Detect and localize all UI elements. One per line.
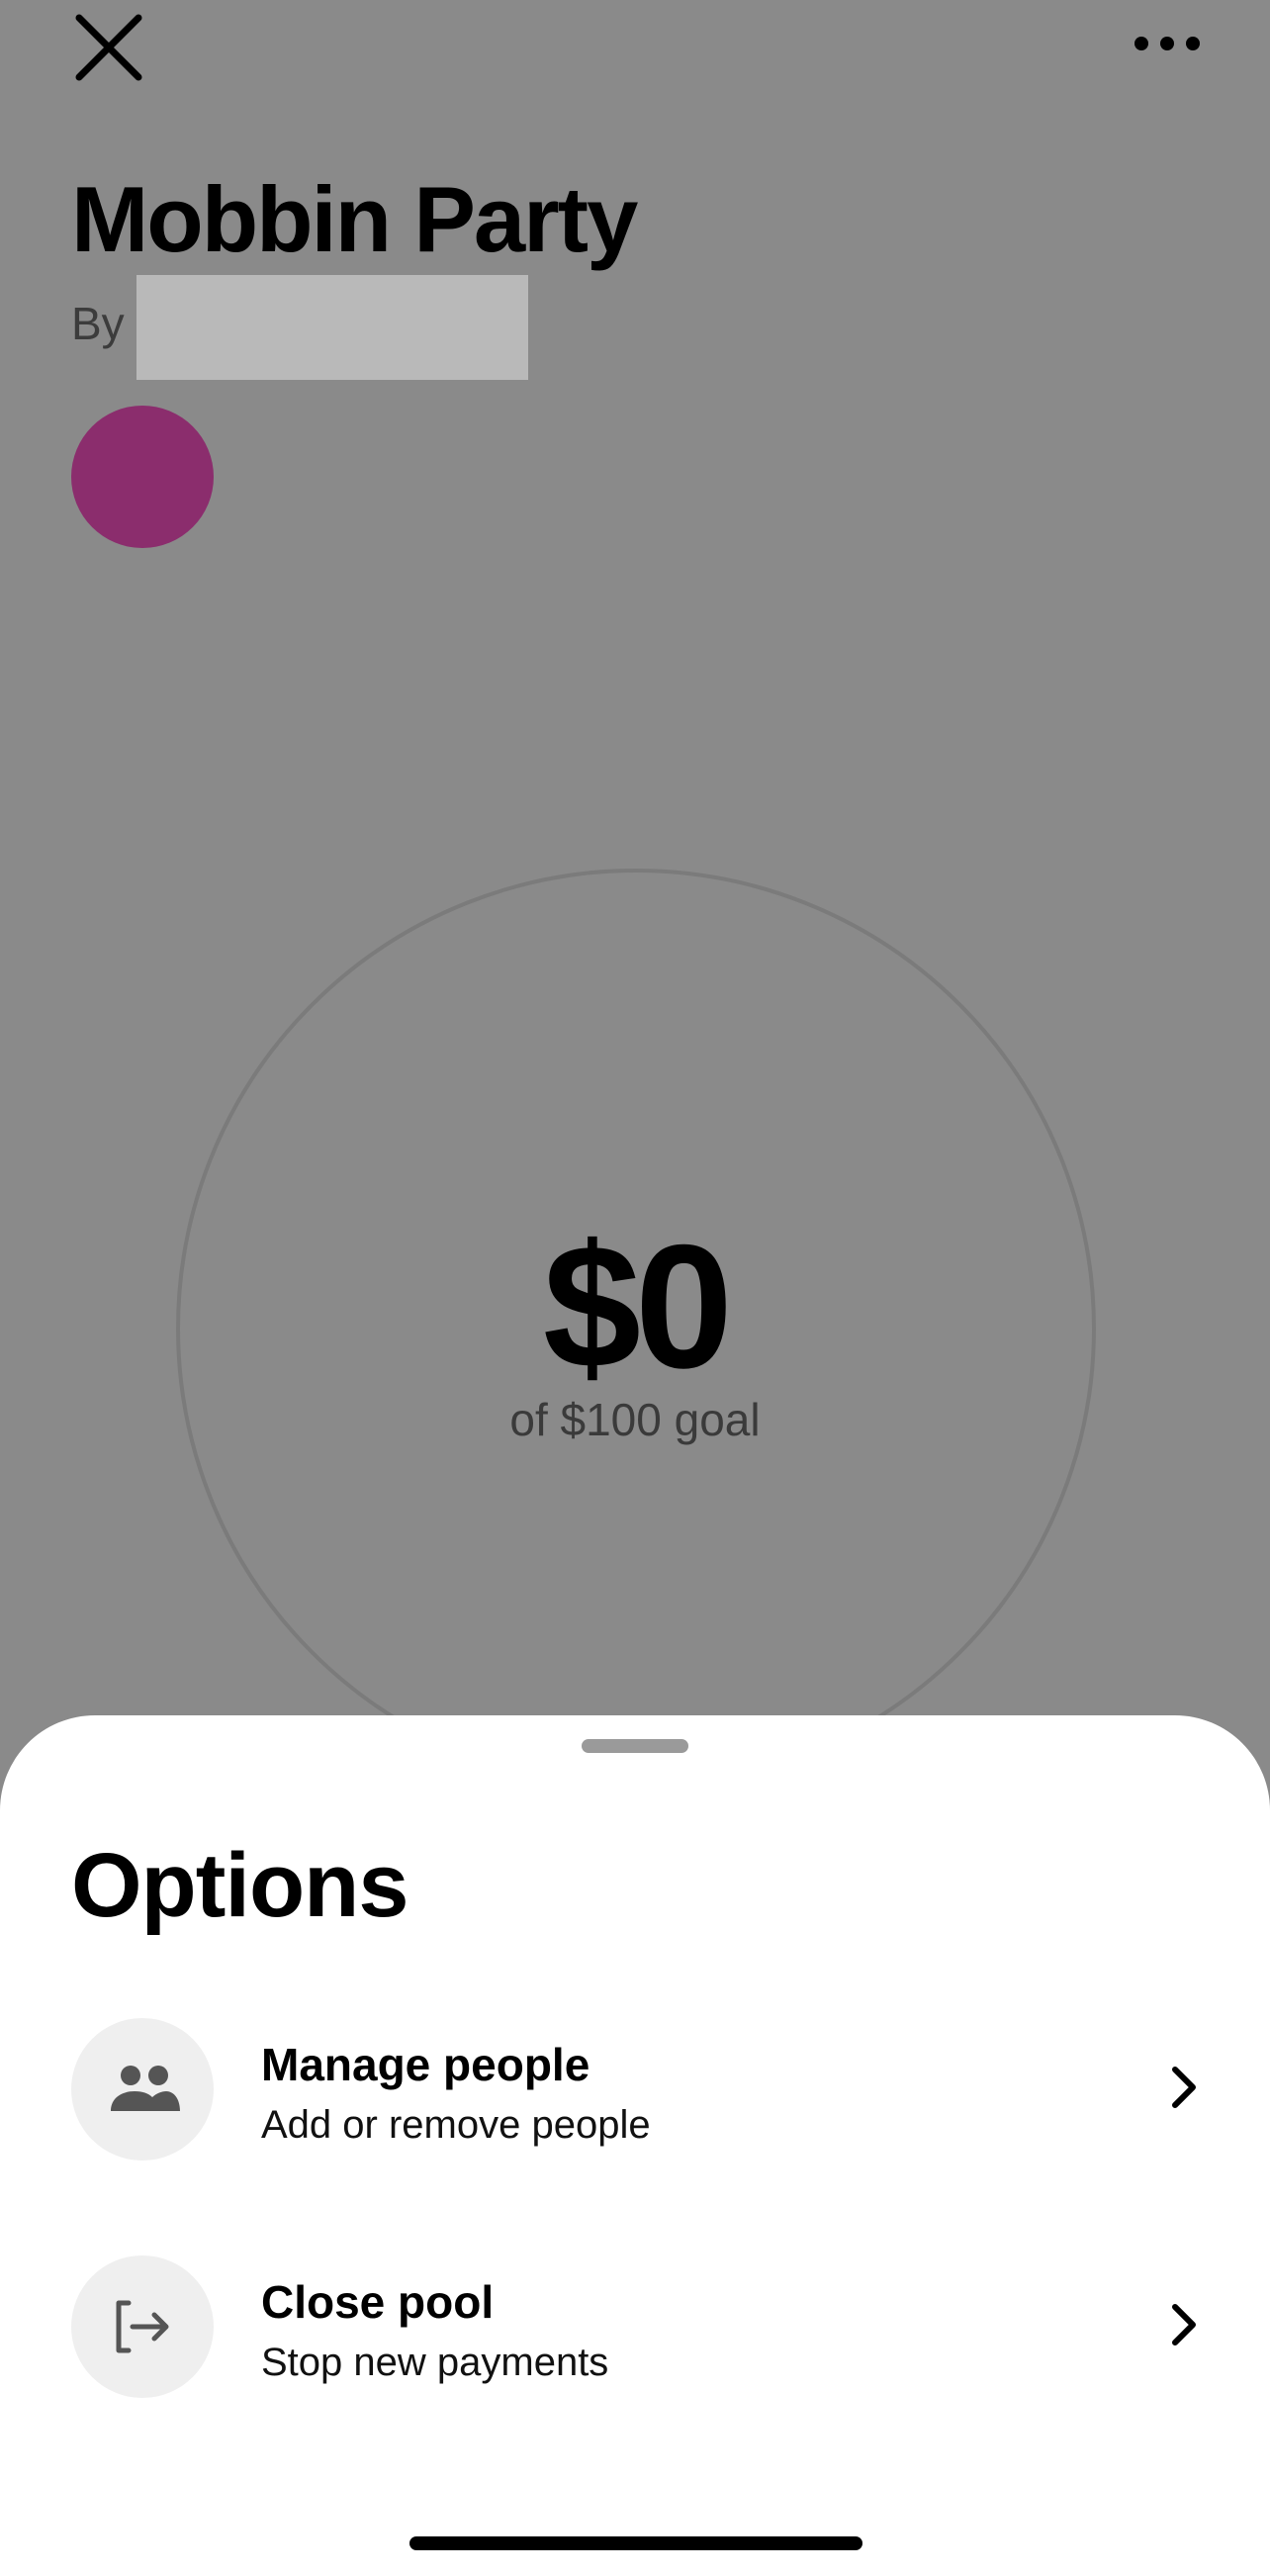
more-button[interactable] xyxy=(1128,22,1207,65)
option-subtitle: Stop new payments xyxy=(261,2341,609,2384)
sheet-grabber[interactable] xyxy=(582,1739,688,1753)
chevron-right-icon xyxy=(1172,2304,1196,2346)
by-label: By xyxy=(71,298,125,349)
home-indicator[interactable] xyxy=(409,2536,862,2550)
sheet-title: Options xyxy=(71,1835,409,1936)
option-icon-circle xyxy=(71,2018,214,2161)
close-button[interactable] xyxy=(71,10,146,85)
pool-title: Mobbin Party xyxy=(71,167,638,271)
exit-icon xyxy=(116,2300,169,2353)
close-pool-option[interactable]: Close pool Stop new payments xyxy=(0,2226,1270,2424)
redacted-owner-name xyxy=(136,275,528,380)
option-icon-circle xyxy=(71,2255,214,2398)
more-horizontal-icon xyxy=(1134,37,1200,50)
option-title: Manage people xyxy=(261,2039,590,2090)
chevron-right-icon xyxy=(1172,2067,1196,2108)
people-icon xyxy=(111,2066,180,2111)
close-icon xyxy=(75,14,142,81)
manage-people-option[interactable]: Manage people Add or remove people xyxy=(0,1988,1270,2186)
option-subtitle: Add or remove people xyxy=(261,2103,651,2147)
pool-amount: $0 xyxy=(543,1208,733,1405)
goal-text: of $100 goal xyxy=(509,1394,761,1445)
option-title: Close pool xyxy=(261,2276,495,2328)
options-sheet: Options Manage people Add or remove peop… xyxy=(0,1715,1270,2576)
avatar[interactable] xyxy=(71,406,214,548)
